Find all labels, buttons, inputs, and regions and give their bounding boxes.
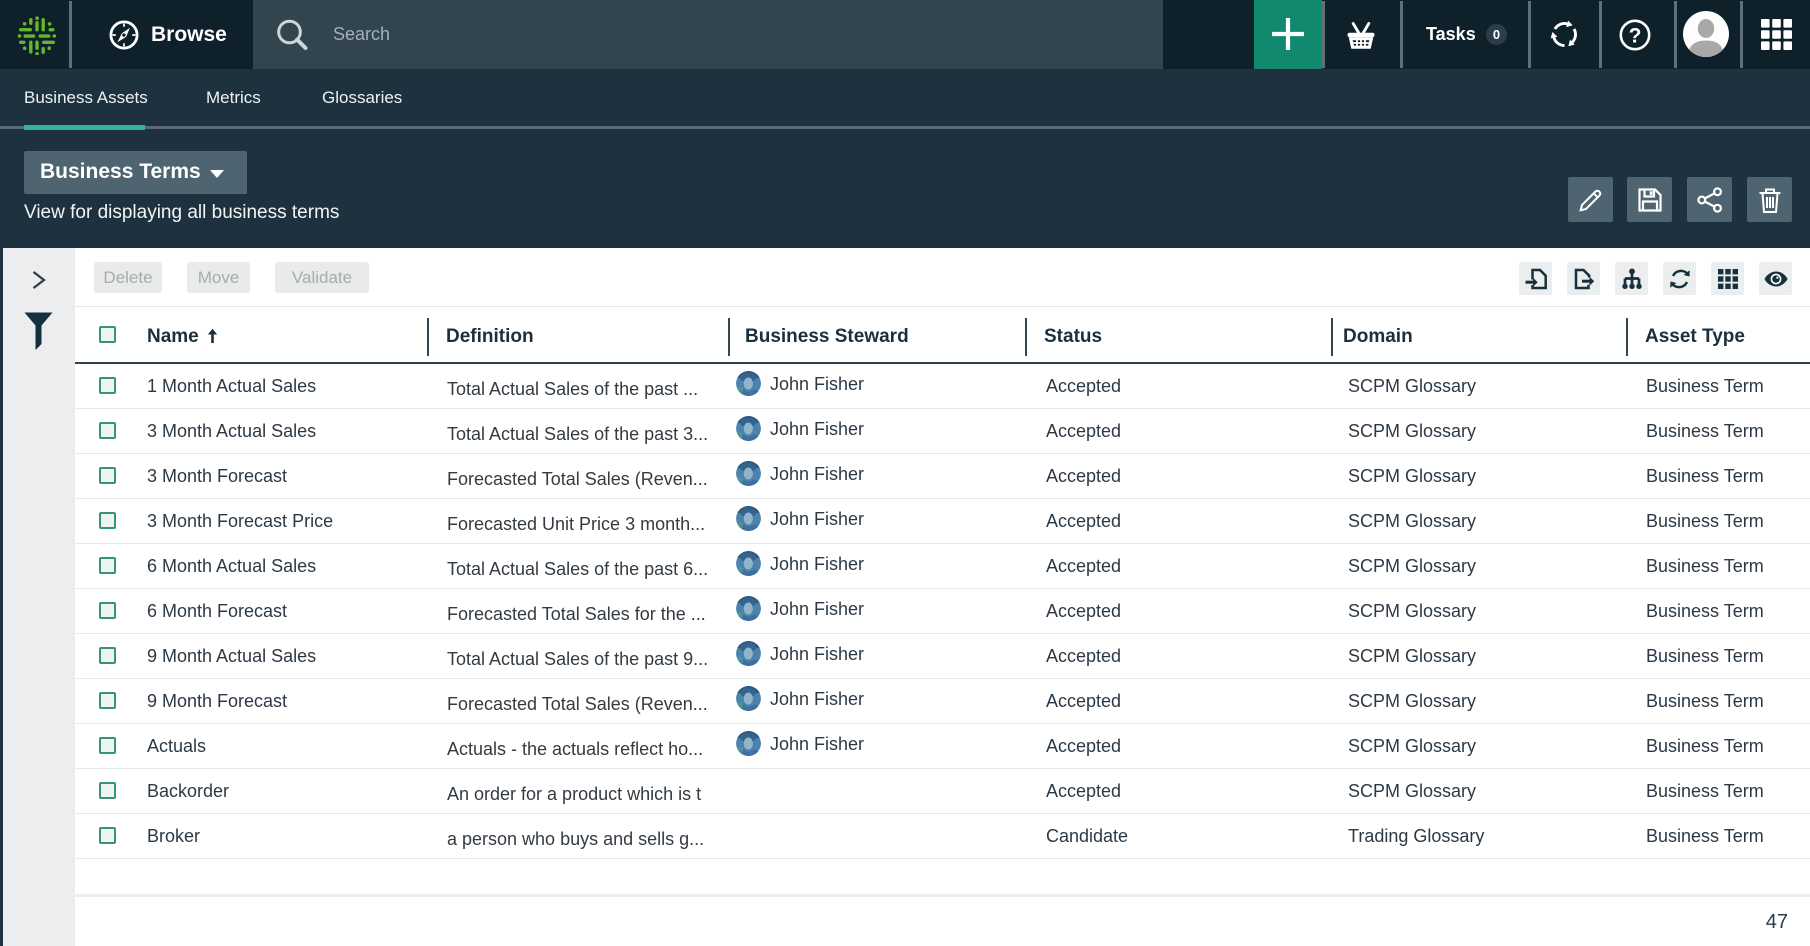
- svg-text:?: ?: [1629, 25, 1642, 48]
